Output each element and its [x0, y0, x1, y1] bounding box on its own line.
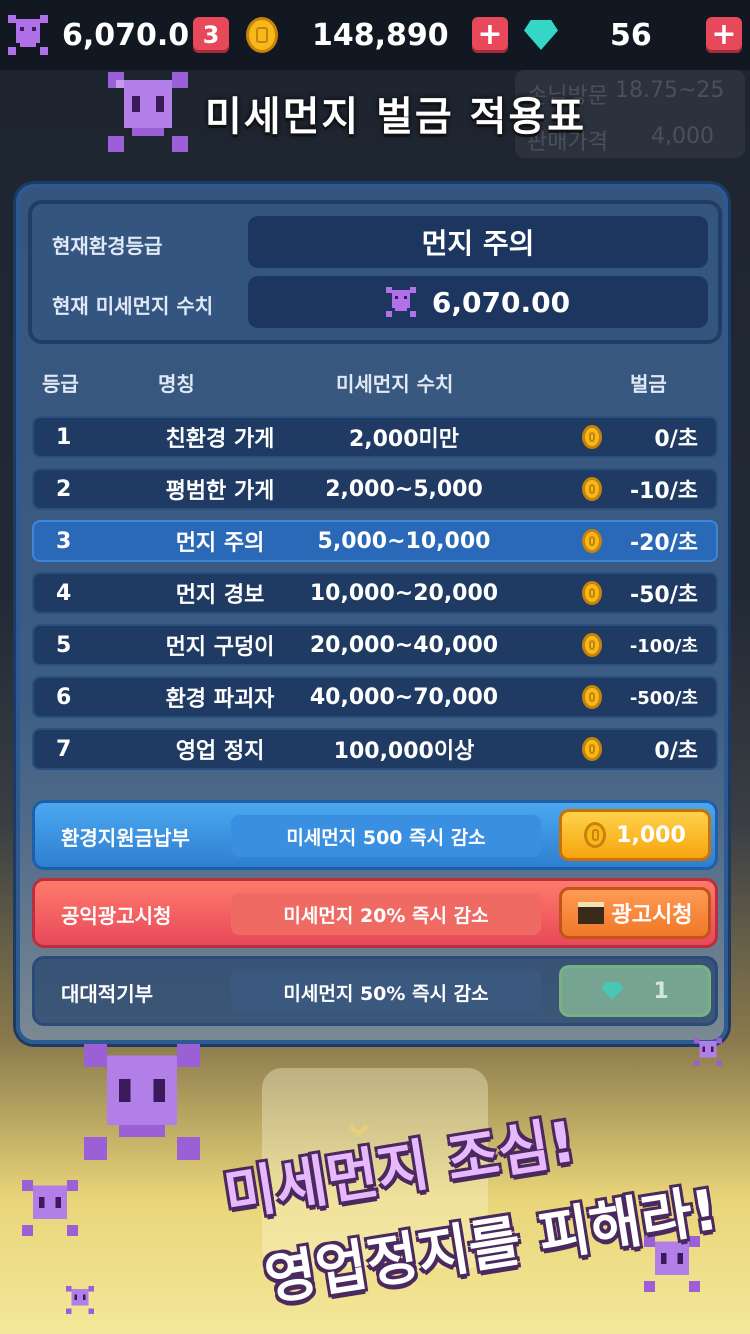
dust-value: 6,070.0 [62, 17, 190, 53]
table-row: 7 영업 정지 100,000이상 0/초 [32, 728, 718, 770]
row-fine: -20/초 [629, 531, 698, 556]
support-fund-desc: 미세먼지 500 즉시 감소 [231, 815, 541, 857]
current-dust-value: 6,070.00 [431, 285, 571, 319]
coin-icon [582, 574, 602, 612]
row-fine: 0/초 [654, 739, 698, 764]
row-grade: 3 [56, 528, 72, 554]
header-name: 명칭 [158, 372, 195, 396]
donate-gem-button[interactable]: 1 [559, 965, 711, 1017]
coin-icon [584, 822, 607, 848]
dust-skull-icon [385, 287, 416, 317]
row-name: 먼지 구덩이 [165, 635, 275, 660]
gem-balance: 56 [610, 17, 652, 53]
table-row: 1 친환경 가게 2,000미만 0/초 [32, 416, 718, 458]
header-fine: 벌금 [630, 372, 667, 396]
row-fine: -100/초 [629, 636, 698, 657]
dust-label: 현재 미세먼지 수치 [52, 294, 214, 318]
row-fine: -500/초 [629, 688, 698, 709]
top-status-bar: 6,070.0 3 148,890 + 56 + [0, 0, 750, 70]
row-grade: 5 [56, 632, 72, 658]
public-ad-row: 공익광고시청 미세먼지 20% 즉시 감소 광고시청 [32, 878, 718, 948]
row-fine: -10/초 [629, 479, 698, 504]
row-range: 5,000~10,000 [317, 528, 491, 554]
row-name: 먼지 주의 [175, 531, 265, 556]
big-donation-label: 대대적기부 [61, 981, 153, 1006]
row-range: 10,000~20,000 [309, 580, 499, 606]
dust-monster-small-icon [66, 1286, 94, 1318]
table-row: 5 먼지 구덩이 20,000~40,000 -100/초 [32, 624, 718, 666]
dust-grade-badge: 3 [193, 17, 229, 53]
public-ad-label: 공익광고시청 [61, 903, 172, 928]
row-grade: 2 [56, 476, 72, 502]
coin-icon [246, 0, 278, 70]
big-donation-desc: 미세먼지 50% 즉시 감소 [231, 971, 541, 1013]
row-grade: 4 [56, 580, 72, 606]
add-gems-button[interactable]: + [706, 17, 742, 53]
grade-label: 현재환경등급 [52, 234, 163, 258]
dust-monster-small-icon [694, 1038, 722, 1070]
pay-support-fund-button[interactable]: 1,000 [559, 809, 711, 861]
grade-value: 먼지 주의 [248, 216, 708, 268]
header-dust-range: 미세먼지 수치 [336, 372, 454, 396]
header-grade: 등급 [42, 372, 79, 396]
dust-monster-icon [22, 1180, 78, 1240]
coin-icon [582, 418, 602, 456]
support-fund-label: 환경지원금납부 [61, 825, 190, 850]
row-fine: 0/초 [654, 427, 698, 452]
bg-visit-value: 18.75~25 [615, 78, 725, 103]
donate-gem-cost: 1 [653, 978, 669, 1004]
page-title: 미세먼지 벌금 적용표 [205, 94, 587, 140]
table-row: 2 평범한 가게 2,000~5,000 -10/초 [32, 468, 718, 510]
watch-ad-label: 광고시청 [611, 903, 693, 928]
row-range: 2,000미만 [348, 427, 460, 452]
coin-icon [582, 470, 602, 508]
row-name: 먼지 경보 [175, 583, 265, 608]
coin-icon [582, 678, 602, 716]
gem-icon [601, 982, 624, 1000]
add-coins-button[interactable]: + [472, 17, 508, 53]
big-donation-row: 대대적기부 미세먼지 50% 즉시 감소 1 [32, 956, 718, 1026]
row-grade: 7 [56, 736, 72, 762]
clapperboard-icon [577, 902, 604, 924]
dust-skull-icon [8, 0, 48, 70]
row-name: 영업 정지 [175, 739, 265, 764]
public-ad-desc: 미세먼지 20% 즉시 감소 [231, 893, 541, 935]
row-range: 2,000~5,000 [325, 476, 483, 502]
row-name: 친환경 가게 [165, 427, 275, 452]
row-name: 환경 파괴자 [165, 687, 275, 712]
row-grade: 6 [56, 684, 72, 710]
row-range: 20,000~40,000 [309, 632, 499, 658]
row-range: 100,000이상 [333, 739, 475, 764]
coin-icon [582, 730, 602, 768]
title-skull-icon [108, 72, 188, 156]
table-row-current: 3 먼지 주의 5,000~10,000 -20/초 [32, 520, 718, 562]
table-row: 6 환경 파괴자 40,000~70,000 -500/초 [32, 676, 718, 718]
row-fine: -50/초 [629, 583, 698, 608]
gem-icon [524, 0, 558, 70]
dust-monster-large-icon [84, 1044, 200, 1164]
watch-ad-button[interactable]: 광고시청 [559, 887, 711, 939]
row-range: 40,000~70,000 [309, 684, 499, 710]
support-fund-cost: 1,000 [616, 822, 686, 848]
bg-price-value: 4,000 [651, 124, 714, 149]
row-name: 평범한 가게 [165, 479, 275, 504]
table-row: 4 먼지 경보 10,000~20,000 -50/초 [32, 572, 718, 614]
coin-icon [582, 522, 602, 560]
current-dust-box: 6,070.00 [248, 276, 708, 328]
coin-icon [582, 626, 602, 664]
row-grade: 1 [56, 424, 72, 450]
coin-balance: 148,890 [312, 17, 449, 53]
support-fund-row: 환경지원금납부 미세먼지 500 즉시 감소 1,000 [32, 800, 718, 870]
